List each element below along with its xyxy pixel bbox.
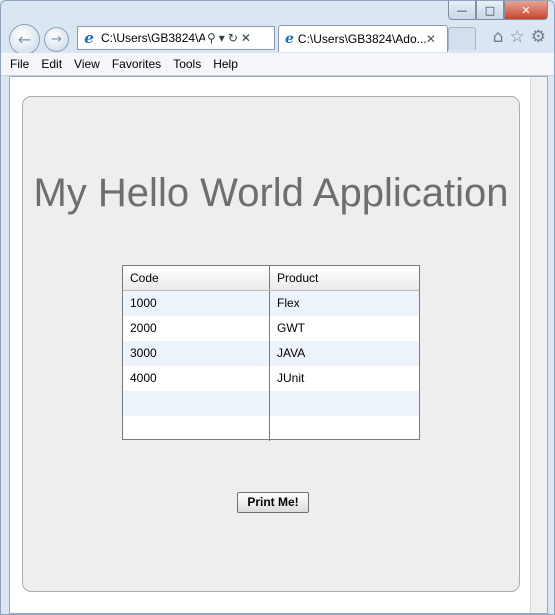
page-content: My Hello World Application Code Product … [9, 76, 548, 614]
cell-product: Flex [277, 296, 300, 310]
menu-favorites[interactable]: Favorites [112, 57, 161, 71]
tab-active[interactable]: e C:\Users\GB3824\Ado... ✕ [278, 25, 448, 52]
dropdown-arrow-icon[interactable]: ▾ [219, 31, 225, 45]
column-header-code[interactable]: Code [123, 266, 270, 290]
cell-product [270, 391, 417, 416]
page-ie-icon: e [84, 29, 94, 47]
cell-code [123, 391, 270, 416]
table-header: Code Product [123, 266, 419, 291]
favorites-star-icon[interactable]: ☆ [510, 27, 525, 47]
table-row-empty[interactable] [123, 416, 419, 441]
menu-tools[interactable]: Tools [173, 57, 201, 71]
toolbar-icons: ⌂ ☆ ⚙ [493, 27, 546, 47]
app-panel: My Hello World Application Code Product … [22, 96, 520, 592]
menu-help[interactable]: Help [213, 57, 238, 71]
cell-code: 3000 [123, 341, 270, 366]
page-title: My Hello World Application [33, 171, 509, 215]
address-bar[interactable]: e C:\Users\GB3824\A ⚲ ▾ ↻ ✕ [77, 26, 275, 50]
new-tab-button[interactable] [448, 27, 476, 50]
table-row[interactable]: 1000 Flex [123, 291, 419, 316]
cell-code: 1000 [123, 291, 270, 316]
cell-code: 2000 [123, 316, 270, 341]
cell-code [123, 416, 270, 441]
menu-edit[interactable]: Edit [41, 57, 62, 71]
cell-product: GWT [277, 321, 305, 335]
stop-icon[interactable]: ✕ [241, 31, 251, 45]
refresh-icon[interactable]: ↻ [228, 31, 238, 45]
search-icon[interactable]: ⚲ [207, 31, 216, 45]
product-table: Code Product 1000 Flex 2000 GWT 3000 JAV… [122, 265, 420, 441]
column-header-product[interactable]: Product [270, 266, 417, 290]
table-row[interactable]: 3000 JAVA [123, 341, 419, 366]
tab-title: C:\Users\GB3824\Ado... [297, 32, 426, 46]
menu-file[interactable]: File [10, 57, 29, 71]
cell-code: 4000 [123, 366, 270, 391]
browser-window: — □ ✕ ← → e C:\Users\GB3824\A ⚲ ▾ ↻ ✕ e … [0, 0, 555, 615]
address-text: C:\Users\GB3824\A [101, 31, 205, 45]
menu-view[interactable]: View [74, 57, 100, 71]
close-window-icon[interactable]: ✕ [504, 1, 548, 20]
tab-ie-icon: e [285, 31, 294, 47]
tab-close-icon[interactable]: ✕ [426, 32, 436, 46]
back-arrow-icon[interactable]: ← [9, 24, 40, 55]
maximize-icon[interactable]: □ [476, 1, 504, 20]
settings-gear-icon[interactable]: ⚙ [531, 27, 546, 47]
table-row[interactable]: 4000 JUnit [123, 366, 419, 391]
vertical-scrollbar[interactable] [530, 77, 547, 613]
home-icon[interactable]: ⌂ [493, 27, 504, 47]
menu-bar: File Edit View Favorites Tools Help [1, 53, 554, 76]
table-row-empty[interactable] [123, 391, 419, 416]
cell-product [270, 416, 417, 441]
forward-arrow-icon[interactable]: → [44, 27, 69, 52]
cell-product: JUnit [277, 371, 305, 385]
minimize-icon[interactable]: — [448, 1, 476, 20]
window-controls: — □ ✕ [448, 1, 548, 21]
print-button[interactable]: Print Me! [237, 492, 309, 513]
navigation-bar: ← → e C:\Users\GB3824\A ⚲ ▾ ↻ ✕ e C:\Use… [1, 21, 554, 55]
table-row[interactable]: 2000 GWT [123, 316, 419, 341]
cell-product: JAVA [277, 346, 306, 360]
